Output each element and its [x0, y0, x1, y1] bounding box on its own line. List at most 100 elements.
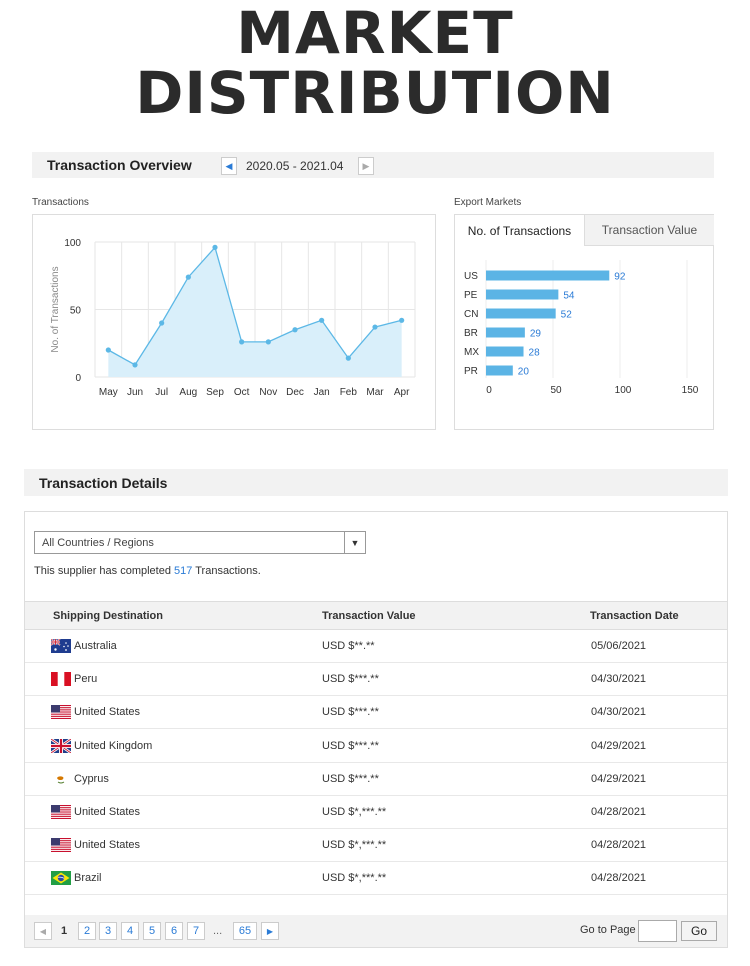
- x-tick-label: Aug: [179, 387, 197, 398]
- chevron-left-icon: ◀: [225, 160, 233, 171]
- country-name: Peru: [74, 673, 98, 686]
- data-point: [239, 339, 245, 345]
- prev-period-button[interactable]: ◀: [221, 157, 237, 175]
- brazil-flag-icon: [51, 871, 71, 886]
- page-link[interactable]: 5: [143, 922, 161, 940]
- table-row: Brazil USD $*,***.** 04/28/2021: [25, 862, 727, 896]
- table-row: Peru USD $***.** 04/30/2021: [25, 663, 727, 697]
- category-label: PE: [464, 290, 478, 301]
- bar: [486, 327, 525, 338]
- cell-destination: United States: [51, 796, 140, 828]
- x-tick-label: Oct: [234, 387, 250, 398]
- category-label: MX: [464, 347, 479, 358]
- go-button[interactable]: Go: [681, 921, 717, 941]
- bar: [486, 308, 556, 319]
- summary-count: 517: [174, 565, 193, 577]
- tab-transaction-value[interactable]: Transaction Value: [584, 215, 714, 246]
- country-filter-value: All Countries / Regions: [42, 536, 154, 549]
- cell-transaction-date: 05/06/2021: [591, 640, 647, 652]
- summary-prefix: This supplier has completed: [34, 565, 175, 577]
- chevron-right-icon: ▶: [362, 160, 370, 171]
- data-point: [159, 320, 165, 326]
- data-label: 28: [529, 348, 541, 359]
- prev-page-button[interactable]: ◀: [34, 922, 52, 940]
- category-label: CN: [464, 309, 478, 320]
- x-tick-label: Nov: [259, 387, 277, 398]
- supplier-summary: This supplier has completed 517 Transact…: [34, 565, 261, 577]
- chevron-right-icon: ▶: [266, 926, 274, 936]
- country-name: United States: [74, 839, 141, 852]
- cell-transaction-value: USD $*,***.**: [322, 839, 387, 852]
- data-point: [132, 362, 138, 368]
- cell-transaction-value: USD $***.**: [322, 772, 379, 785]
- details-title: Transaction Details: [39, 475, 168, 491]
- data-label: 54: [563, 291, 575, 302]
- country-name: United States: [74, 706, 141, 719]
- data-point: [372, 324, 378, 330]
- cyprus-flag-icon: [51, 771, 71, 786]
- x-tick-label: Dec: [286, 387, 304, 398]
- country-name: Brazil: [74, 872, 102, 885]
- next-page-button[interactable]: ▶: [261, 922, 279, 940]
- data-point: [399, 317, 405, 323]
- tab-no-of-transactions[interactable]: No. of Transactions: [455, 215, 584, 246]
- column-header-destination: Shipping Destination: [53, 610, 163, 622]
- export-markets-bar-chart: 0 50 100 150 US 92 PE 54 CN 52 BR 29 MX 28 PR 20: [464, 260, 699, 396]
- date-range: 2020.05 - 2021.04: [246, 159, 344, 173]
- y-axis-title: No. of Transactions: [50, 266, 61, 352]
- data-point: [265, 339, 271, 345]
- transactions-chart-panel: 0 50 100 May Jun Jul Aug Sep Oct Nov Dec Jan Feb Mar A…: [32, 214, 436, 430]
- country-name: Cyprus: [74, 772, 109, 785]
- data-point: [105, 347, 111, 353]
- category-label: US: [464, 271, 478, 282]
- x-tick-label: Jan: [314, 387, 330, 398]
- category-label: BR: [464, 328, 478, 339]
- table-row: Cyprus USD $***.** 04/29/2021: [25, 763, 727, 796]
- column-header-value: Transaction Value: [322, 610, 416, 622]
- category-label: PR: [464, 366, 478, 377]
- table-header: Shipping Destination Transaction Value T…: [25, 601, 727, 630]
- page-ellipsis: ...: [213, 925, 223, 937]
- data-point: [292, 327, 298, 333]
- data-label: 92: [614, 272, 626, 283]
- cell-transaction-value: USD $***.**: [322, 706, 379, 719]
- table-row: United Kingdom USD $***.** 04/29/2021: [25, 730, 727, 763]
- country-filter-select[interactable]: All Countries / Regions ▼: [34, 531, 366, 554]
- usa-flag-icon: [51, 838, 71, 853]
- cell-destination: United Kingdom: [50, 730, 153, 762]
- data-label: 20: [518, 367, 530, 378]
- export-markets-panel: No. of Transactions Transaction Value 0 5…: [454, 214, 714, 430]
- cell-transaction-value: USD $*,***.**: [322, 806, 387, 818]
- page-link[interactable]: 3: [99, 922, 117, 940]
- page-link[interactable]: 6: [165, 922, 183, 940]
- cell-transaction-value: USD $*,***.**: [322, 872, 387, 885]
- next-period-button[interactable]: ▶: [358, 157, 374, 175]
- data-point: [319, 317, 325, 323]
- export-markets-label: Export Markets: [454, 197, 522, 208]
- table-row: Australia USD $**.** 05/06/2021: [25, 630, 727, 663]
- x-tick-label: Mar: [366, 387, 384, 398]
- usa-flag-icon: [51, 805, 71, 819]
- x-tick-label: 50: [550, 385, 562, 396]
- cell-destination: United States: [51, 829, 140, 861]
- usa-flag-icon: [51, 705, 71, 720]
- table-row: United States USD $*,***.** 04/28/2021: [25, 796, 727, 829]
- country-name: United Kingdom: [74, 739, 153, 752]
- bar: [486, 365, 513, 376]
- page-link[interactable]: 4: [121, 922, 139, 940]
- x-tick-label: Jun: [127, 387, 143, 398]
- page-link[interactable]: 7: [187, 922, 205, 940]
- column-header-date: Transaction Date: [590, 610, 679, 622]
- data-label: 52: [561, 310, 573, 321]
- go-to-page-input[interactable]: [638, 920, 677, 942]
- bar: [486, 346, 524, 357]
- cell-destination: United States: [51, 696, 140, 728]
- x-tick-label: 0: [486, 385, 492, 396]
- chevron-left-icon: ◀: [39, 926, 47, 936]
- page-link[interactable]: 2: [78, 922, 96, 940]
- uk-flag-icon: [50, 737, 72, 754]
- bar: [486, 289, 559, 300]
- dropdown-arrow-icon: ▼: [344, 532, 365, 553]
- page-link-last[interactable]: 65: [233, 922, 257, 940]
- cell-transaction-date: 04/28/2021: [591, 839, 647, 852]
